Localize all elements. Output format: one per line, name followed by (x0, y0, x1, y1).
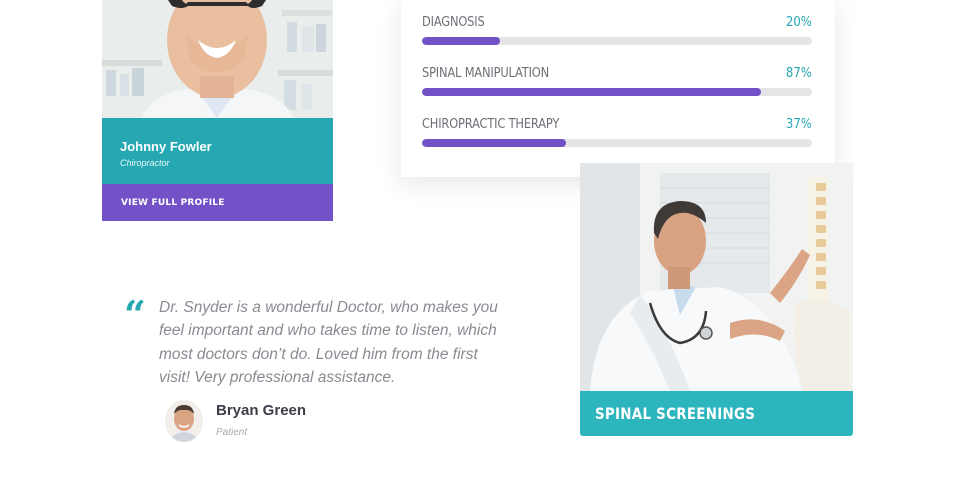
doctor-photo-illustration (102, 0, 333, 118)
skill-progress-track (422, 139, 812, 147)
doctor-role: Chiropractor (120, 158, 170, 168)
service-card-spinal-screenings[interactable]: SPINAL SCREENINGS (580, 163, 853, 436)
skills-panel: DIAGNOSIS 20% SPINAL MANIPULATION 87% CH… (401, 0, 835, 177)
testimonial-quote: Dr. Snyder is a wonderful Doctor, who ma… (159, 299, 498, 387)
skill-percent: 20% (785, 15, 812, 30)
skill-progress-fill (422, 37, 500, 45)
author-role: Patient (216, 427, 248, 438)
doctor-photo (102, 0, 333, 118)
service-title: SPINAL SCREENINGS (595, 404, 756, 423)
skill-progress-track (422, 37, 812, 45)
service-photo-illustration (580, 163, 853, 391)
skill-percent: 37% (785, 117, 812, 132)
doctor-profile-card: Johnny Fowler Chiropractor VIEW FULL PRO… (102, 0, 333, 221)
doctor-name: Johnny Fowler (120, 139, 212, 154)
author-avatar (165, 400, 203, 442)
skill-label: CHIROPRACTIC THERAPY (422, 117, 560, 132)
skill-progress-fill (422, 139, 567, 147)
skill-label: SPINAL MANIPULATION (422, 66, 549, 81)
skill-progress-fill (422, 88, 762, 96)
service-photo (580, 163, 853, 391)
skill-label: DIAGNOSIS (422, 15, 485, 30)
author-name: Bryan Green (216, 402, 307, 419)
doctor-info-panel: Johnny Fowler Chiropractor (102, 118, 333, 184)
view-full-profile-button[interactable]: VIEW FULL PROFILE (102, 184, 333, 221)
author-avatar-illustration (165, 400, 203, 442)
service-title-bar: SPINAL SCREENINGS (580, 391, 853, 436)
quote-icon: “ (124, 292, 146, 337)
skill-progress-track (422, 88, 812, 96)
skill-percent: 87% (785, 66, 812, 81)
